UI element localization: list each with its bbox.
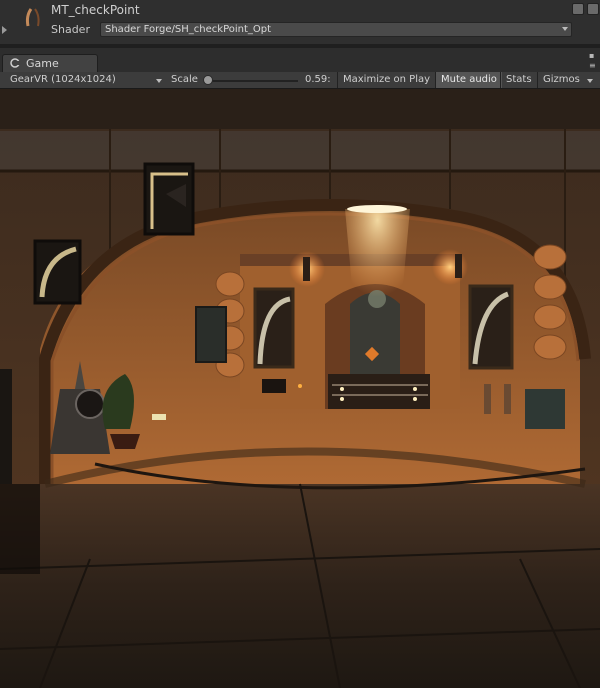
window-menu-icon[interactable]: ≡ <box>589 61 596 70</box>
help-icon[interactable] <box>572 3 584 15</box>
shader-dropdown-value: Shader Forge/SH_checkPoint_Opt <box>105 24 272 35</box>
scene-render <box>0 89 600 688</box>
scale-value: 0.59: <box>305 74 331 85</box>
tab-game[interactable]: Game <box>2 54 98 72</box>
chevron-down-icon <box>562 27 568 31</box>
material-sphere-icon <box>25 8 40 27</box>
shader-label: Shader <box>51 23 90 36</box>
chevron-down-icon <box>156 79 162 83</box>
resolution-dropdown[interactable]: GearVR (1024x1024) <box>10 72 116 88</box>
scale-slider-track[interactable] <box>206 80 298 82</box>
mute-audio-button[interactable]: Mute audio <box>435 72 502 88</box>
gizmos-button[interactable]: Gizmos <box>537 72 585 88</box>
gear-icon[interactable] <box>587 3 599 15</box>
scale-label: Scale <box>171 74 198 85</box>
game-tab-icon <box>10 58 20 68</box>
foldout-arrow-icon[interactable] <box>2 26 7 34</box>
tab-strip: Game ▪ ≡ <box>0 48 600 72</box>
shader-dropdown[interactable]: Shader Forge/SH_checkPoint_Opt <box>100 22 572 37</box>
game-viewport[interactable] <box>0 89 600 688</box>
window-maximize-icon[interactable]: ▪ <box>589 51 594 60</box>
chevron-down-icon <box>587 79 593 83</box>
material-title: MT_checkPoint <box>51 3 140 17</box>
material-inspector-header: MT_checkPoint Shader Shader Forge/SH_che… <box>0 0 600 44</box>
tab-game-label: Game <box>26 57 59 70</box>
stats-button[interactable]: Stats <box>500 72 537 88</box>
scale-slider-handle[interactable] <box>203 75 213 85</box>
game-toolbar: GearVR (1024x1024) Scale 0.59: Maximize … <box>0 72 600 89</box>
maximize-on-play-button[interactable]: Maximize on Play <box>337 72 435 88</box>
